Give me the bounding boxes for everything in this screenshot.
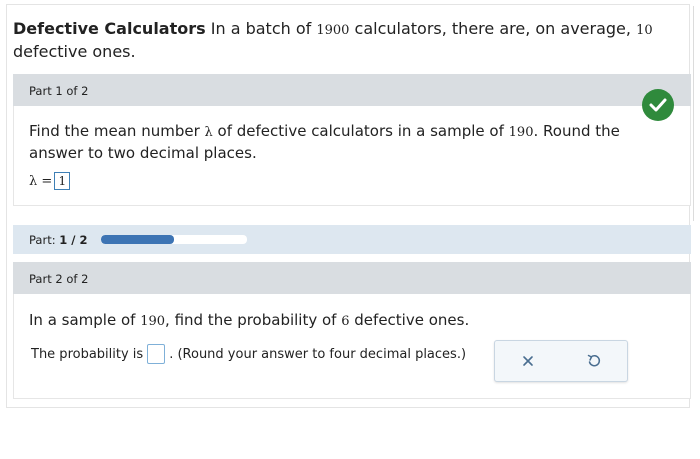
lambda-answer-box[interactable]: 1 xyxy=(54,172,71,190)
q-text: , find the probability of xyxy=(165,311,342,329)
part1-header: Part 1 of 2 xyxy=(13,74,691,106)
defect-count: 6 xyxy=(341,314,350,329)
progress-label: Part: 1 / 2 xyxy=(29,233,87,247)
progress-label-text: Part: xyxy=(29,232,60,247)
answer-toolbar xyxy=(494,340,628,382)
part1-header-label: Part 1 of 2 xyxy=(29,84,89,98)
q-text: In a sample of xyxy=(29,311,141,329)
problem-text: In a batch of xyxy=(205,19,317,38)
part-progress: Part: 1 / 2 xyxy=(13,225,691,254)
lambda-answer-row: λ = 1 xyxy=(29,172,71,190)
part2-header-label: Part 2 of 2 xyxy=(29,272,89,286)
sample-size: 190 xyxy=(140,314,166,329)
defect-average: 10 xyxy=(636,23,653,38)
clear-button[interactable] xyxy=(513,349,543,373)
probability-row: The probability is . (Round your answer … xyxy=(31,344,466,364)
progress-track xyxy=(101,235,248,244)
sample-size: 190 xyxy=(508,125,534,140)
q-text: defective ones. xyxy=(349,311,470,329)
lambda-symbol: λ xyxy=(204,125,213,140)
undo-button[interactable] xyxy=(579,349,609,373)
problem-title: Defective Calculators xyxy=(13,19,206,38)
problem-text: defective ones. xyxy=(13,42,136,61)
batch-size: 1900 xyxy=(316,23,350,38)
undo-icon xyxy=(587,354,601,367)
probability-prefix: The probability is xyxy=(31,346,144,362)
divider xyxy=(693,6,694,221)
probability-input[interactable] xyxy=(147,344,166,364)
lambda-label: λ = xyxy=(29,173,53,189)
correct-check-icon xyxy=(642,89,674,121)
problem-statement: Defective Calculators In a batch of 1900… xyxy=(13,18,653,62)
x-icon xyxy=(523,356,533,366)
progress-value: 1 / 2 xyxy=(59,232,88,247)
part2-header: Part 2 of 2 xyxy=(13,262,691,294)
progress-fill xyxy=(101,235,175,244)
q-text: of defective calculators in a sample of xyxy=(212,122,509,140)
problem-text: calculators, there are, on average, xyxy=(349,19,637,38)
probability-suffix: . (Round your answer to four decimal pla… xyxy=(169,346,467,362)
q-text: Find the mean number xyxy=(29,122,205,140)
part1-question: Find the mean number λ of defective calc… xyxy=(29,121,649,164)
part2-question: In a sample of 190, find the probability… xyxy=(29,310,469,332)
